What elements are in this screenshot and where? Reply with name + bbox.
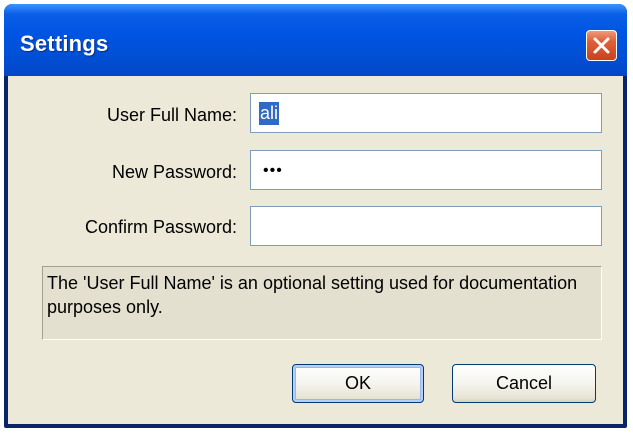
window-title: Settings (20, 31, 109, 56)
user-full-name-value: ali (259, 102, 280, 125)
new-password-input[interactable]: ••• (250, 150, 602, 190)
confirm-password-input[interactable] (250, 206, 602, 246)
new-password-label: New Password: (111, 162, 237, 182)
settings-dialog: Settings User Full Name: ali New Passwor… (4, 4, 627, 428)
user-full-name-label: User Full Name: (106, 105, 237, 125)
info-box: The 'User Full Name' is an optional sett… (42, 266, 602, 340)
close-button[interactable] (586, 30, 617, 61)
cancel-button[interactable]: Cancel (452, 364, 596, 403)
dialog-body: User Full Name: ali New Password: ••• Co… (8, 76, 623, 424)
new-password-value: ••• (263, 162, 283, 179)
title-bar[interactable]: Settings (4, 4, 627, 76)
confirm-password-label: Confirm Password: (84, 217, 237, 237)
user-full-name-input[interactable]: ali (250, 93, 602, 133)
ok-button[interactable]: OK (292, 364, 424, 403)
close-icon (593, 37, 610, 54)
